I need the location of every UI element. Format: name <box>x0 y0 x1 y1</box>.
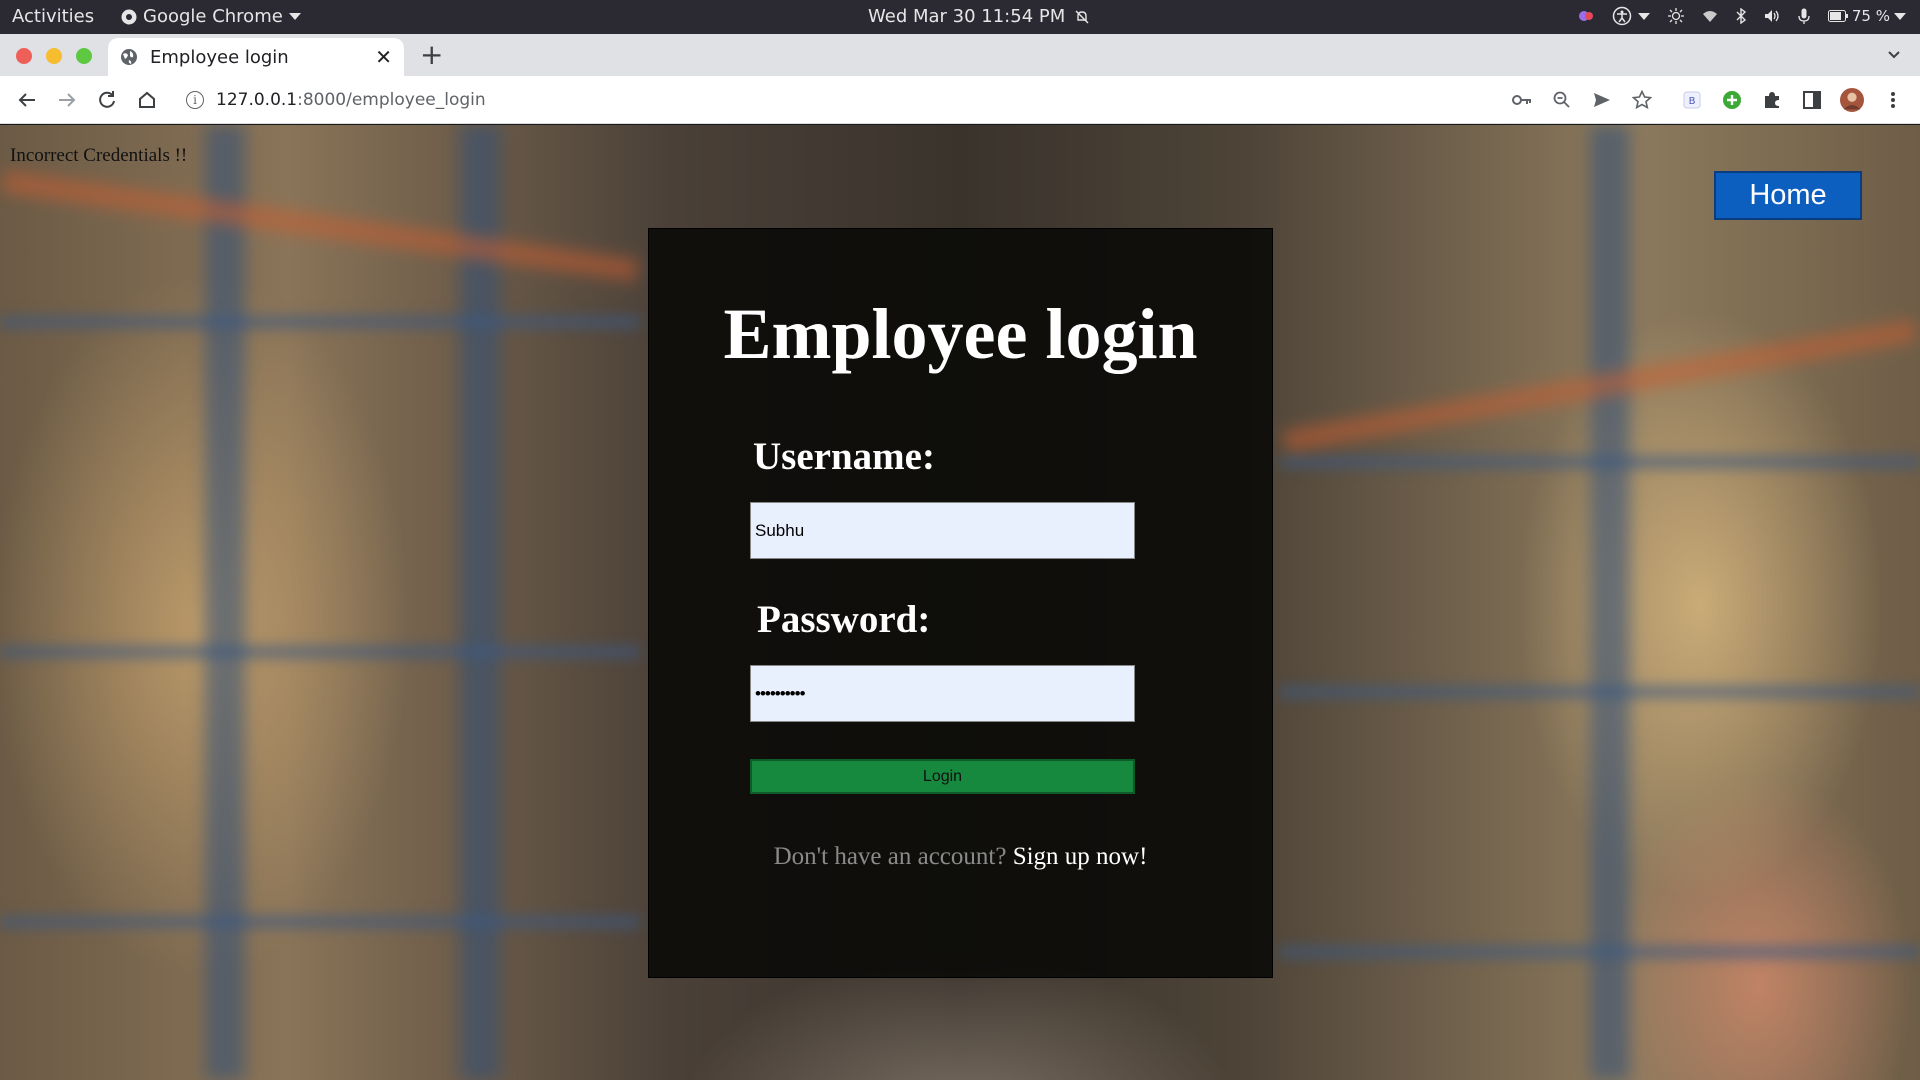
arrow-right-icon <box>59 93 76 107</box>
accessibility-menu[interactable] <box>1612 6 1650 26</box>
chrome-menu-button[interactable] <box>1881 88 1905 112</box>
page-title: Employee login <box>723 294 1198 374</box>
tab-search-icon[interactable] <box>1886 46 1902 62</box>
kebab-menu-icon <box>1891 92 1895 108</box>
send-button[interactable] <box>1590 88 1614 112</box>
bookmark-button[interactable] <box>1630 88 1654 112</box>
clock[interactable]: Wed Mar 30 11:54 PM <box>868 6 1089 27</box>
puzzle-icon <box>1765 92 1779 108</box>
url-host: 127.0.0.1 <box>216 90 298 110</box>
signup-question: Don't have an account? <box>773 843 1007 870</box>
chevron-down-icon <box>1894 12 1906 20</box>
chevron-down-icon <box>1637 12 1650 20</box>
signup-link[interactable]: Sign up now! <box>1013 843 1148 870</box>
accessibility-icon <box>1612 6 1632 26</box>
app-menu-label: Google Chrome <box>143 6 283 27</box>
extension-b-icon: B <box>1683 91 1701 109</box>
side-panel-icon <box>1803 91 1821 109</box>
back-button[interactable] <box>15 88 39 112</box>
tab-title: Employee login <box>150 46 289 68</box>
window-minimize-button[interactable] <box>46 48 62 64</box>
forward-button[interactable] <box>55 88 79 112</box>
error-message: Incorrect Credentials !! <box>10 145 188 166</box>
password-input[interactable]: •••••••••• <box>750 665 1135 722</box>
chevron-down-icon <box>288 13 301 20</box>
window-close-button[interactable] <box>16 48 32 64</box>
zoom-out-icon <box>1553 91 1570 108</box>
password-label: Password: <box>757 598 931 641</box>
volume-icon <box>1764 10 1779 22</box>
password-key-button[interactable] <box>1510 88 1534 112</box>
address-bar[interactable]: i 127.0.0.1:8000/employee_login <box>176 82 1616 118</box>
key-icon <box>1512 95 1531 105</box>
wifi-icon <box>1702 11 1717 22</box>
login-card: Employee login Username: Subhu Password:… <box>648 228 1273 978</box>
avatar-icon <box>1840 88 1864 112</box>
send-icon <box>1594 93 1610 107</box>
microphone-icon <box>1798 8 1810 24</box>
window-maximize-button[interactable] <box>76 48 92 64</box>
bell-off-icon <box>1075 10 1089 23</box>
new-tab-button[interactable]: + <box>420 38 443 71</box>
side-panel-button[interactable] <box>1800 88 1824 112</box>
extension-green-button[interactable] <box>1720 88 1744 112</box>
tab-close-icon[interactable]: ✕ <box>375 45 392 69</box>
tab-employee-login[interactable]: Employee login ✕ <box>108 38 404 76</box>
screen-share-icon <box>1578 11 1593 21</box>
profile-avatar[interactable] <box>1840 88 1864 112</box>
reload-icon <box>99 91 115 108</box>
brightness-icon <box>1667 8 1684 24</box>
username-label: Username: <box>753 435 935 478</box>
app-menu[interactable]: Google Chrome <box>121 6 301 27</box>
site-info-icon[interactable]: i <box>186 91 204 109</box>
username-input[interactable]: Subhu <box>750 502 1135 559</box>
login-button[interactable]: Login <box>750 759 1135 794</box>
battery-percent: 75 % <box>1851 7 1890 25</box>
system-top-bar: Activities Google Chrome Wed Mar 30 11:5… <box>0 0 1920 34</box>
tab-strip: Employee login ✕ + <box>0 34 1920 76</box>
home-button[interactable]: Home <box>1714 171 1862 220</box>
reload-button[interactable] <box>95 88 119 112</box>
browser-toolbar: i 127.0.0.1:8000/employee_login B <box>0 76 1920 124</box>
extensions-button[interactable] <box>1760 88 1784 112</box>
star-icon <box>1632 90 1652 110</box>
datetime-text: Wed Mar 30 11:54 PM <box>868 6 1066 27</box>
battery-indicator[interactable]: 75 % <box>1827 7 1906 25</box>
svg-text:B: B <box>1689 96 1696 107</box>
system-tray[interactable]: 75 % <box>1578 6 1906 26</box>
zoom-button[interactable] <box>1550 88 1574 112</box>
activities-button[interactable]: Activities <box>12 6 94 27</box>
signup-prompt: Don't have an account? Sign up now! <box>649 843 1272 871</box>
home-nav-button[interactable] <box>135 88 159 112</box>
battery-icon <box>1827 10 1848 22</box>
extension-b-button[interactable]: B <box>1680 88 1704 112</box>
arrow-left-icon <box>18 93 35 107</box>
url-path: :8000/employee_login <box>297 90 486 110</box>
bluetooth-icon <box>1736 8 1746 24</box>
plus-circle-icon <box>1723 91 1741 109</box>
chrome-icon <box>121 9 137 24</box>
page-viewport: Incorrect Credentials !! Home Employee l… <box>0 125 1920 1080</box>
home-icon <box>139 91 155 108</box>
globe-icon <box>121 49 137 65</box>
